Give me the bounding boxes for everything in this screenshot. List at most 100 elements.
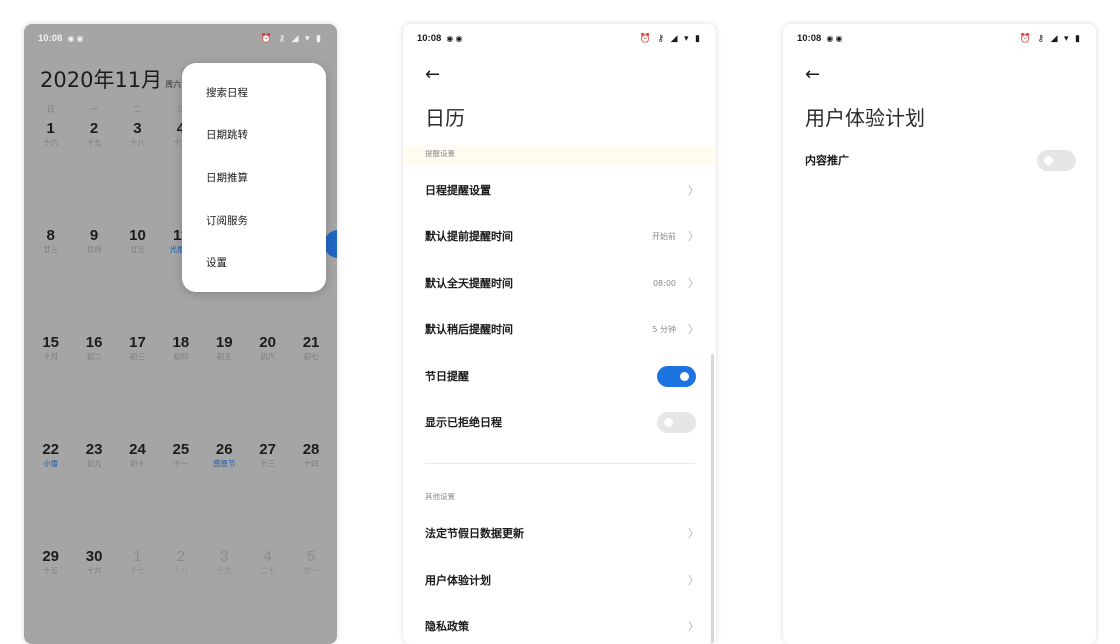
show-rejected-toggle[interactable]	[657, 411, 696, 433]
day-cell[interactable]: 16 初二	[72, 334, 115, 362]
chevron-right-icon: 〉	[688, 277, 699, 290]
menu-item-date-calc[interactable]: 日期推算	[182, 156, 326, 199]
menu-item-search-schedule[interactable]: 搜索日程	[182, 71, 326, 114]
day-number: 3	[220, 548, 229, 565]
lunar-label: 廿五	[129, 245, 145, 254]
holiday-reminder-toggle[interactable]	[657, 365, 696, 387]
lunar-label: 感恩节	[213, 459, 236, 468]
overflow-menu: 搜索日程 日期跳转 日期推算 订阅服务 设置	[182, 63, 326, 292]
day-cell[interactable]: 28 十四	[289, 441, 332, 469]
row-label: 日程提醒设置	[425, 184, 491, 197]
day-cell[interactable]: 19 初五	[203, 334, 246, 362]
day-number: 15	[42, 334, 60, 351]
day-cell[interactable]: 10 廿五	[116, 227, 159, 255]
lunar-label: 十月	[43, 352, 59, 361]
lunar-label: 廿三	[43, 245, 59, 254]
notification-icons: ◉ ◉	[67, 33, 84, 43]
calendar-header: 2020年11月 周六	[40, 64, 181, 94]
row-label: 默认全天提醒时间	[425, 277, 513, 290]
user-experience-plan-row[interactable]: 用户体验计划 〉	[403, 557, 716, 603]
day-cell[interactable]: 23 初九	[72, 441, 115, 469]
toggle-knob	[680, 371, 689, 381]
toggle-knob	[1044, 155, 1053, 165]
day-cell[interactable]: 25 十一	[159, 441, 202, 469]
day-number: 16	[85, 334, 103, 351]
day-number: 8	[46, 227, 55, 244]
day-number: 10	[129, 227, 146, 244]
page-title: 日历	[425, 106, 465, 130]
day-cell[interactable]: 1 十六	[29, 120, 72, 148]
weekday-header: 日	[46, 105, 55, 114]
status-bar: 10:08 ◉ ◉ ⏰ ⚷ ◢ ▾ ▮	[24, 24, 337, 52]
day-number: 30	[85, 548, 103, 565]
lunar-label: 十一	[173, 459, 189, 468]
day-cell[interactable]: 1 十七	[116, 548, 159, 576]
lunar-label: 十八	[129, 138, 145, 147]
row-value: 5 分钟	[652, 324, 676, 334]
system-status-icons: ⏰ ⚷ ◢ ▾ ▮	[1019, 32, 1082, 43]
lunar-label: 初九	[86, 459, 102, 468]
default-allday-reminder-row[interactable]: 默认全天提醒时间 08:00 〉	[403, 260, 716, 306]
holiday-data-update-row[interactable]: 法定节假日数据更新 〉	[403, 510, 716, 556]
day-cell[interactable]: 30 十六	[72, 548, 115, 576]
back-arrow-icon[interactable]: ←	[805, 64, 820, 85]
back-arrow-icon[interactable]: ←	[425, 64, 440, 85]
menu-item-date-jump[interactable]: 日期跳转	[182, 114, 326, 157]
chevron-right-icon: 〉	[688, 184, 699, 197]
row-value: 08:00	[652, 278, 676, 288]
day-cell[interactable]: 29 十五	[29, 548, 72, 576]
day-cell[interactable]: 8 廿三	[29, 227, 72, 255]
weekday-header: 一	[90, 105, 99, 114]
default-advance-reminder-row[interactable]: 默认提前提醒时间 开始前 〉	[403, 213, 716, 259]
calendar-screen: 10:08 ◉ ◉ ⏰ ⚷ ◢ ▾ ▮ 2020年11月 周六 日一二三四五六 …	[24, 24, 337, 644]
day-cell[interactable]: 27 十三	[246, 441, 289, 469]
system-status-icons: ⏰ ⚷ ◢ ▾ ▮	[639, 32, 702, 43]
chevron-right-icon: 〉	[688, 323, 699, 336]
day-number: 24	[129, 441, 146, 458]
weekday-label: 周六	[165, 80, 182, 89]
day-cell[interactable]: 4 二十	[246, 548, 289, 576]
month-title[interactable]: 2020年11月	[40, 64, 162, 94]
calendar-settings-screen: 10:08 ◉ ◉ ⏰ ⚷ ◢ ▾ ▮ ← 日历 提醒设置 日程提醒设置 〉 默…	[403, 24, 716, 644]
day-cell[interactable]: 18 初四	[159, 334, 202, 362]
status-time: 10:08	[417, 32, 442, 44]
day-cell[interactable]: 5 廿一	[289, 548, 332, 576]
content-promotion-toggle[interactable]	[1037, 149, 1076, 171]
menu-item-settings[interactable]: 设置	[182, 241, 326, 284]
day-cell[interactable]: 22 小雪	[29, 441, 72, 469]
week-row: 22 小雪 23 初九 24 初十 25 十一 26 感恩节 27 十三 28 十四	[29, 441, 333, 469]
day-cell[interactable]: 21 初七	[289, 334, 332, 362]
day-cell[interactable]: 24 初十	[116, 441, 159, 469]
scrollbar[interactable]	[711, 354, 714, 644]
section-header-other: 其他设置	[425, 492, 455, 501]
day-number: 1	[46, 120, 55, 137]
day-number: 4	[263, 548, 272, 565]
system-status-icons: ⏰ ⚷ ◢ ▾ ▮	[260, 32, 323, 43]
default-snooze-reminder-row[interactable]: 默认稍后提醒时间 5 分钟 〉	[403, 306, 716, 352]
day-cell[interactable]: 15 十月	[29, 334, 72, 362]
section-divider	[425, 463, 695, 464]
day-cell[interactable]: 9 廿四	[72, 227, 115, 255]
row-value: 开始前	[652, 231, 676, 241]
day-cell[interactable]: 3 十九	[203, 548, 246, 576]
day-cell[interactable]: 17 初三	[116, 334, 159, 362]
privacy-policy-row[interactable]: 隐私政策 〉	[403, 603, 716, 644]
lunar-label: 十三	[260, 459, 276, 468]
day-cell[interactable]: 2 十八	[159, 548, 202, 576]
status-bar: 10:08 ◉ ◉ ⏰ ⚷ ◢ ▾ ▮	[403, 24, 716, 52]
day-cell[interactable]: 20 初六	[246, 334, 289, 362]
day-number: 27	[259, 441, 276, 458]
day-cell[interactable]: 3 十八	[116, 120, 159, 148]
day-number: 29	[42, 548, 60, 565]
day-number: 19	[215, 334, 233, 351]
lunar-label: 初四	[173, 352, 189, 361]
day-cell[interactable]: 26 感恩节	[203, 441, 246, 469]
menu-item-subscriptions[interactable]: 订阅服务	[182, 199, 326, 242]
lunar-label: 初十	[129, 459, 145, 468]
status-bar: 10:08 ◉ ◉ ⏰ ⚷ ◢ ▾ ▮	[783, 24, 1096, 52]
day-cell[interactable]: 2 十七	[72, 120, 115, 148]
row-label: 用户体验计划	[425, 574, 491, 587]
day-number: 28	[302, 441, 320, 458]
schedule-reminder-settings-row[interactable]: 日程提醒设置 〉	[403, 167, 716, 213]
lunar-label: 初二	[86, 352, 102, 361]
